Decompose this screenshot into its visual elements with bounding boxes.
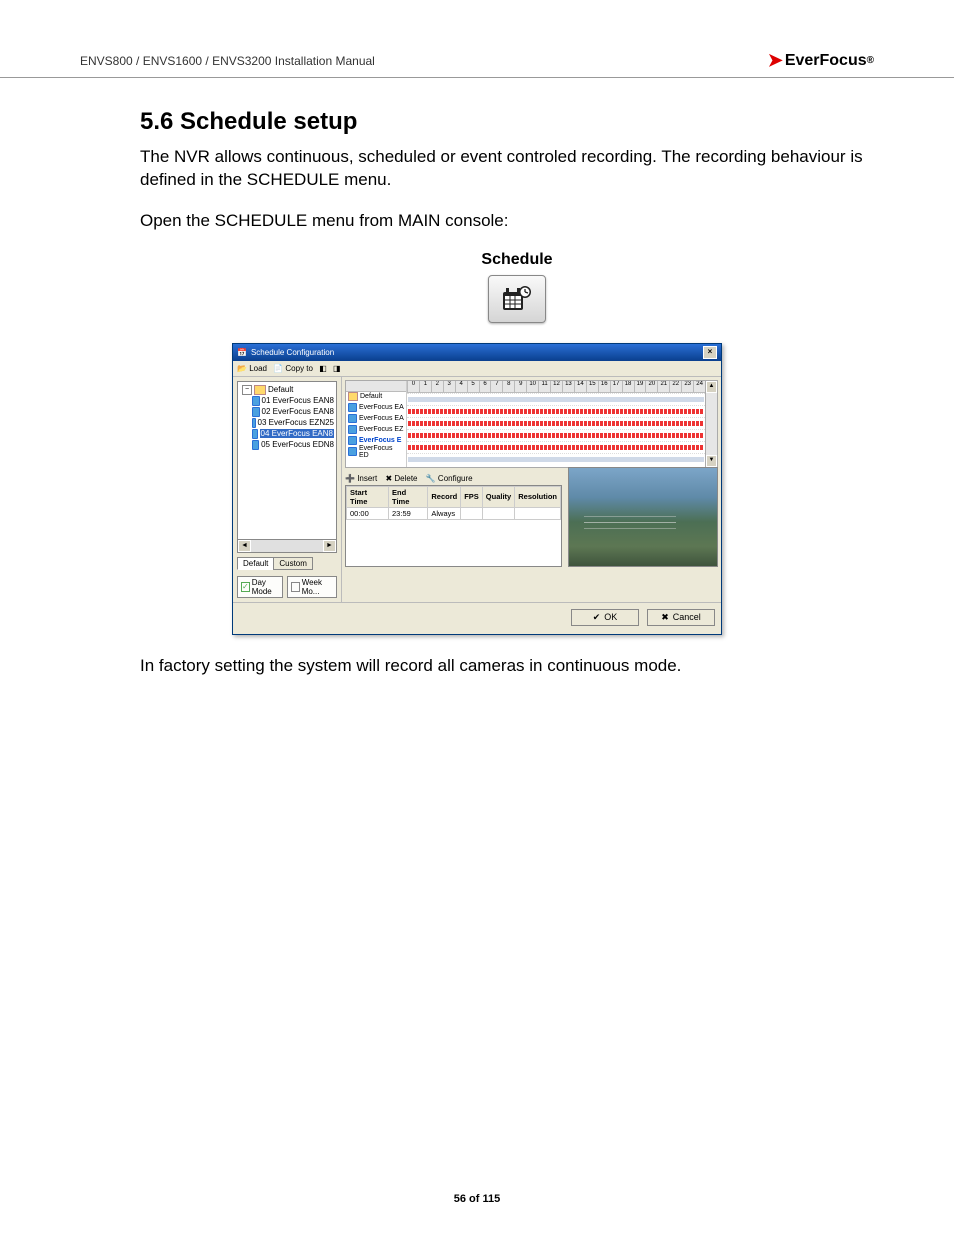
dialog-toolbar: 📂 Load 📄 Copy to ◧ ◨ [233, 361, 721, 377]
camera-tree[interactable]: − Default 01 EverFocus EAN8 02 EverFocus… [237, 381, 337, 540]
timeline-vscroll[interactable]: ▲ ▼ [705, 381, 717, 467]
timeline-ruler: 0123456789101112131415161718192021222324 [407, 381, 705, 393]
load-button[interactable]: 📂 Load [237, 364, 267, 373]
tree-item[interactable]: 01 EverFocus EAN8 [240, 395, 334, 406]
delete-button[interactable]: ✖ Delete [385, 474, 417, 483]
schedule-tabs: Default Custom [237, 557, 337, 570]
cancel-button[interactable]: ✖ Cancel [647, 609, 715, 626]
paragraph-3: In factory setting the system will recor… [60, 655, 894, 678]
schedule-label: Schedule [140, 251, 894, 269]
schedule-button[interactable] [488, 275, 546, 323]
tree-item[interactable]: 02 EverFocus EAN8 [240, 406, 334, 417]
col-start: Start Time [347, 486, 389, 507]
header-text: ENVS800 / ENVS1600 / ENVS3200 Installati… [80, 54, 375, 68]
tree-item[interactable]: 05 EverFocus EDN8 [240, 439, 334, 450]
logo-arrow-icon: ➤ [768, 50, 783, 71]
brand-logo: ➤ EverFocus® [768, 50, 874, 71]
dialog-titlebar: 📅 Schedule Configuration × [233, 344, 721, 361]
tree-root[interactable]: − Default [240, 384, 334, 395]
tab-custom[interactable]: Custom [273, 557, 313, 570]
tree-item[interactable]: 04 EverFocus EAN8 [240, 428, 334, 439]
brand-name: EverFocus [785, 52, 867, 70]
col-end: End Time [389, 486, 428, 507]
close-icon[interactable]: × [703, 346, 717, 359]
toolbar-extra-2[interactable]: ◨ [333, 364, 341, 373]
toolbar-extra-1[interactable]: ◧ [319, 364, 327, 373]
tab-default[interactable]: Default [237, 557, 274, 570]
col-quality: Quality [482, 486, 514, 507]
timeline[interactable]: DefaultEverFocus EAEverFocus EAEverFocus… [345, 380, 718, 468]
ok-button[interactable]: ✔ OK [571, 609, 639, 626]
week-mode-button[interactable]: .Week Mo... [287, 576, 337, 598]
col-resolution: Resolution [515, 486, 561, 507]
insert-button[interactable]: ➕ Insert [345, 474, 377, 483]
table-row[interactable]: 00:00 23:59 Always [347, 507, 561, 519]
col-record: Record [428, 486, 461, 507]
configure-button[interactable]: 🔧 Configure [426, 474, 473, 483]
day-mode-button[interactable]: ✓Day Mode [237, 576, 283, 598]
paragraph-1: The NVR allows continuous, scheduled or … [60, 146, 894, 192]
header-rule [0, 77, 954, 78]
scroll-left-icon[interactable]: ◄ [238, 540, 251, 552]
col-fps: FPS [461, 486, 483, 507]
tree-hscroll[interactable]: ◄ ► [237, 540, 337, 553]
schedule-config-dialog: 📅 Schedule Configuration × 📂 Load 📄 Copy… [232, 343, 722, 635]
calendar-clock-icon [501, 284, 533, 314]
tree-item[interactable]: 03 EverFocus EZN25 [240, 417, 334, 428]
scroll-right-icon[interactable]: ► [323, 540, 336, 552]
scroll-up-icon[interactable]: ▲ [706, 381, 717, 393]
copyto-button[interactable]: 📄 Copy to [273, 364, 313, 373]
section-heading: 5.6 Schedule setup [60, 108, 894, 136]
camera-preview [568, 467, 718, 567]
page-number: 56 of 115 [0, 1193, 954, 1205]
dialog-title: Schedule Configuration [251, 348, 334, 357]
scroll-down-icon[interactable]: ▼ [706, 455, 717, 467]
paragraph-2: Open the SCHEDULE menu from MAIN console… [60, 210, 894, 233]
dialog-icon: 📅 [237, 348, 247, 357]
segment-table[interactable]: Start Time End Time Record FPS Quality R… [345, 485, 562, 567]
